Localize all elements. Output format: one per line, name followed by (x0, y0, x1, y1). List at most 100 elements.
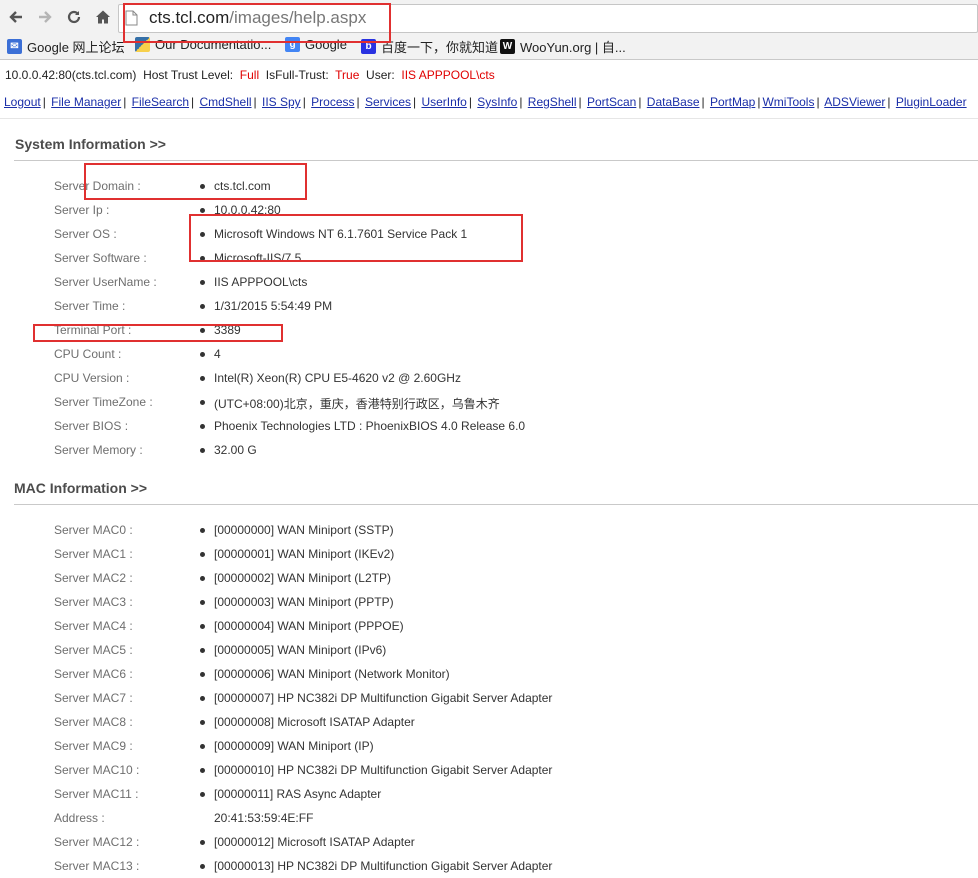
bullet-dot-icon (200, 744, 205, 749)
bullet-dot-icon (200, 528, 205, 533)
bullet-dot-icon (200, 280, 205, 285)
mac-info-divider (14, 504, 978, 505)
os-highlight-box (189, 214, 523, 262)
info-row-label: Server MAC7 : (54, 691, 133, 705)
nav-link-regshell[interactable]: RegShell (528, 95, 577, 109)
info-row-value: [00000007] HP NC382i DP Multifunction Gi… (214, 691, 553, 705)
info-row-value: [00000000] WAN Miniport (SSTP) (214, 523, 394, 537)
nav-link-adsviewer[interactable]: ADSViewer (824, 95, 885, 109)
nav-link-userinfo[interactable]: UserInfo (421, 95, 466, 109)
nav-link-filesearch[interactable]: FileSearch (132, 95, 189, 109)
info-row-value: (UTC+08:00)北京，重庆，香港特别行政区，乌鲁木齐 (214, 397, 500, 411)
nav-link-cmdshell[interactable]: CmdShell (200, 95, 252, 109)
nav-link-logout[interactable]: Logout (4, 95, 41, 109)
system-info-divider (14, 160, 978, 161)
full-trust-label: IsFull-Trust: (265, 68, 329, 82)
bookmark-wooyun[interactable]: W WooYun.org | 自... (500, 37, 626, 56)
nav-link-iis-spy[interactable]: IIS Spy (262, 95, 301, 109)
nav-link-file-manager[interactable]: File Manager (51, 95, 121, 109)
domain-highlight-box (84, 163, 307, 200)
bullet-dot-icon (200, 720, 205, 725)
bullet-dot-icon (200, 672, 205, 677)
url-highlight-box (123, 3, 391, 43)
trust-level-label: Host Trust Level: (143, 68, 234, 82)
host-status-line: 10.0.0.42:80(cts.tcl.com) Host Trust Lev… (5, 68, 495, 82)
info-row-label: Server MAC6 : (54, 667, 133, 681)
nav-link-sysinfo[interactable]: SysInfo (477, 95, 517, 109)
info-row: Server MAC9 : [00000009] WAN Miniport (IP… (0, 734, 978, 758)
info-row: Server Memory : 32.00 G (0, 438, 978, 462)
info-row-label: Server MAC5 : (54, 643, 133, 657)
back-arrow-icon[interactable] (5, 6, 27, 28)
info-row: Server Time : 1/31/2015 5:54:49 PM (0, 294, 978, 318)
bookmark-google-groups[interactable]: ✉ Google 网上论坛 (7, 37, 125, 56)
info-row-label: Server MAC4 : (54, 619, 133, 633)
info-row: Server MAC0 : [00000000] WAN Miniport (SS… (0, 518, 978, 542)
info-row-label: Server MAC11 : (54, 787, 139, 801)
reload-icon[interactable] (63, 6, 85, 28)
info-row-value: 4 (214, 347, 221, 361)
bookmark-label: Google 网上论坛 (27, 40, 125, 55)
info-row-label: Server MAC10 : (54, 763, 140, 777)
info-row-label: Server Time : (54, 299, 126, 313)
nav-link-process[interactable]: Process (311, 95, 354, 109)
bullet-dot-icon (200, 600, 205, 605)
info-row: Server UserName : IIS APPPOOL\cts (0, 270, 978, 294)
bullet-dot-icon (200, 696, 205, 701)
info-row-value: [00000004] WAN Miniport (PPPOE) (214, 619, 404, 633)
info-row-value: 32.00 G (214, 443, 257, 457)
bullet-dot-icon (200, 792, 205, 797)
nav-link-portscan[interactable]: PortScan (587, 95, 636, 109)
nav-link-database[interactable]: DataBase (647, 95, 700, 109)
bullet-dot-icon (200, 400, 205, 405)
home-icon[interactable] (92, 6, 114, 28)
info-row: Server MAC13 : [00000013] HP NC382i DP Mu… (0, 854, 978, 878)
info-row-label: Server MAC8 : (54, 715, 133, 729)
tool-nav-links: Logout | File Manager | FileSearch | CmdShe… (4, 95, 967, 109)
nav-link-portmap[interactable]: PortMap (710, 95, 755, 109)
info-row: CPU Count : 4 (0, 342, 978, 366)
info-row-label: Server MAC1 : (54, 547, 133, 561)
info-row-label: Server Memory : (54, 443, 143, 457)
bullet-dot-icon (200, 304, 205, 309)
info-row-label: Address : (54, 811, 105, 825)
info-row-label: Server MAC2 : (54, 571, 133, 585)
info-row: Server MAC4 : [00000004] WAN Miniport (PP… (0, 614, 978, 638)
bullet-dot-icon (200, 208, 205, 213)
info-row: Server MAC1 : [00000001] WAN Miniport (IK… (0, 542, 978, 566)
info-row-label: CPU Version : (54, 371, 130, 385)
bullet-dot-icon (200, 624, 205, 629)
nav-link-pluginloader[interactable]: PluginLoader (896, 95, 967, 109)
bullet-dot-icon (200, 552, 205, 557)
info-row: Server TimeZone : (UTC+08:00)北京，重庆，香港特别行政… (0, 390, 978, 414)
info-row-value: Intel(R) Xeon(R) CPU E5-4620 v2 @ 2.60GH… (214, 371, 461, 385)
user-value: IIS APPPOOL\cts (401, 68, 495, 82)
info-row-value: [00000002] WAN Miniport (L2TP) (214, 571, 391, 585)
info-row: Server MAC3 : [00000003] WAN Miniport (PP… (0, 590, 978, 614)
info-row-label: Server MAC12 : (54, 835, 140, 849)
google-groups-icon: ✉ (7, 39, 22, 54)
bullet-dot-icon (200, 648, 205, 653)
info-row: Server MAC7 : [00000007] HP NC382i DP Mul… (0, 686, 978, 710)
terminal-port-highlight-box (33, 324, 283, 342)
mac-info-heading: MAC Information >> (14, 480, 148, 496)
bullet-dot-icon (200, 424, 205, 429)
bookmark-label: 百度一下，你就知道 (381, 40, 499, 55)
info-row-value: IIS APPPOOL\cts (214, 275, 308, 289)
info-row-label: Server TimeZone : (54, 395, 153, 409)
info-row: CPU Version : Intel(R) Xeon(R) CPU E5-462… (0, 366, 978, 390)
info-row-value: [00000001] WAN Miniport (IKEv2) (214, 547, 395, 561)
nav-link-wmitools[interactable]: WmiTools (762, 95, 814, 109)
info-row: Server MAC6 : [00000006] WAN Miniport (Ne… (0, 662, 978, 686)
bullet-dot-icon (200, 448, 205, 453)
bookmark-label: WooYun.org | 自... (520, 40, 626, 55)
full-trust-value: True (335, 68, 360, 82)
nav-link-services[interactable]: Services (365, 95, 411, 109)
info-row: Server MAC11 : [00000011] RAS Async Adapt… (0, 782, 978, 806)
bullet-dot-icon (200, 768, 205, 773)
info-row-value: [00000011] RAS Async Adapter (214, 787, 382, 801)
nav-divider (0, 118, 978, 119)
info-row-value: [00000006] WAN Miniport (Network Monitor… (214, 667, 450, 681)
bullet-dot-icon (200, 576, 205, 581)
forward-arrow-icon[interactable] (34, 6, 56, 28)
